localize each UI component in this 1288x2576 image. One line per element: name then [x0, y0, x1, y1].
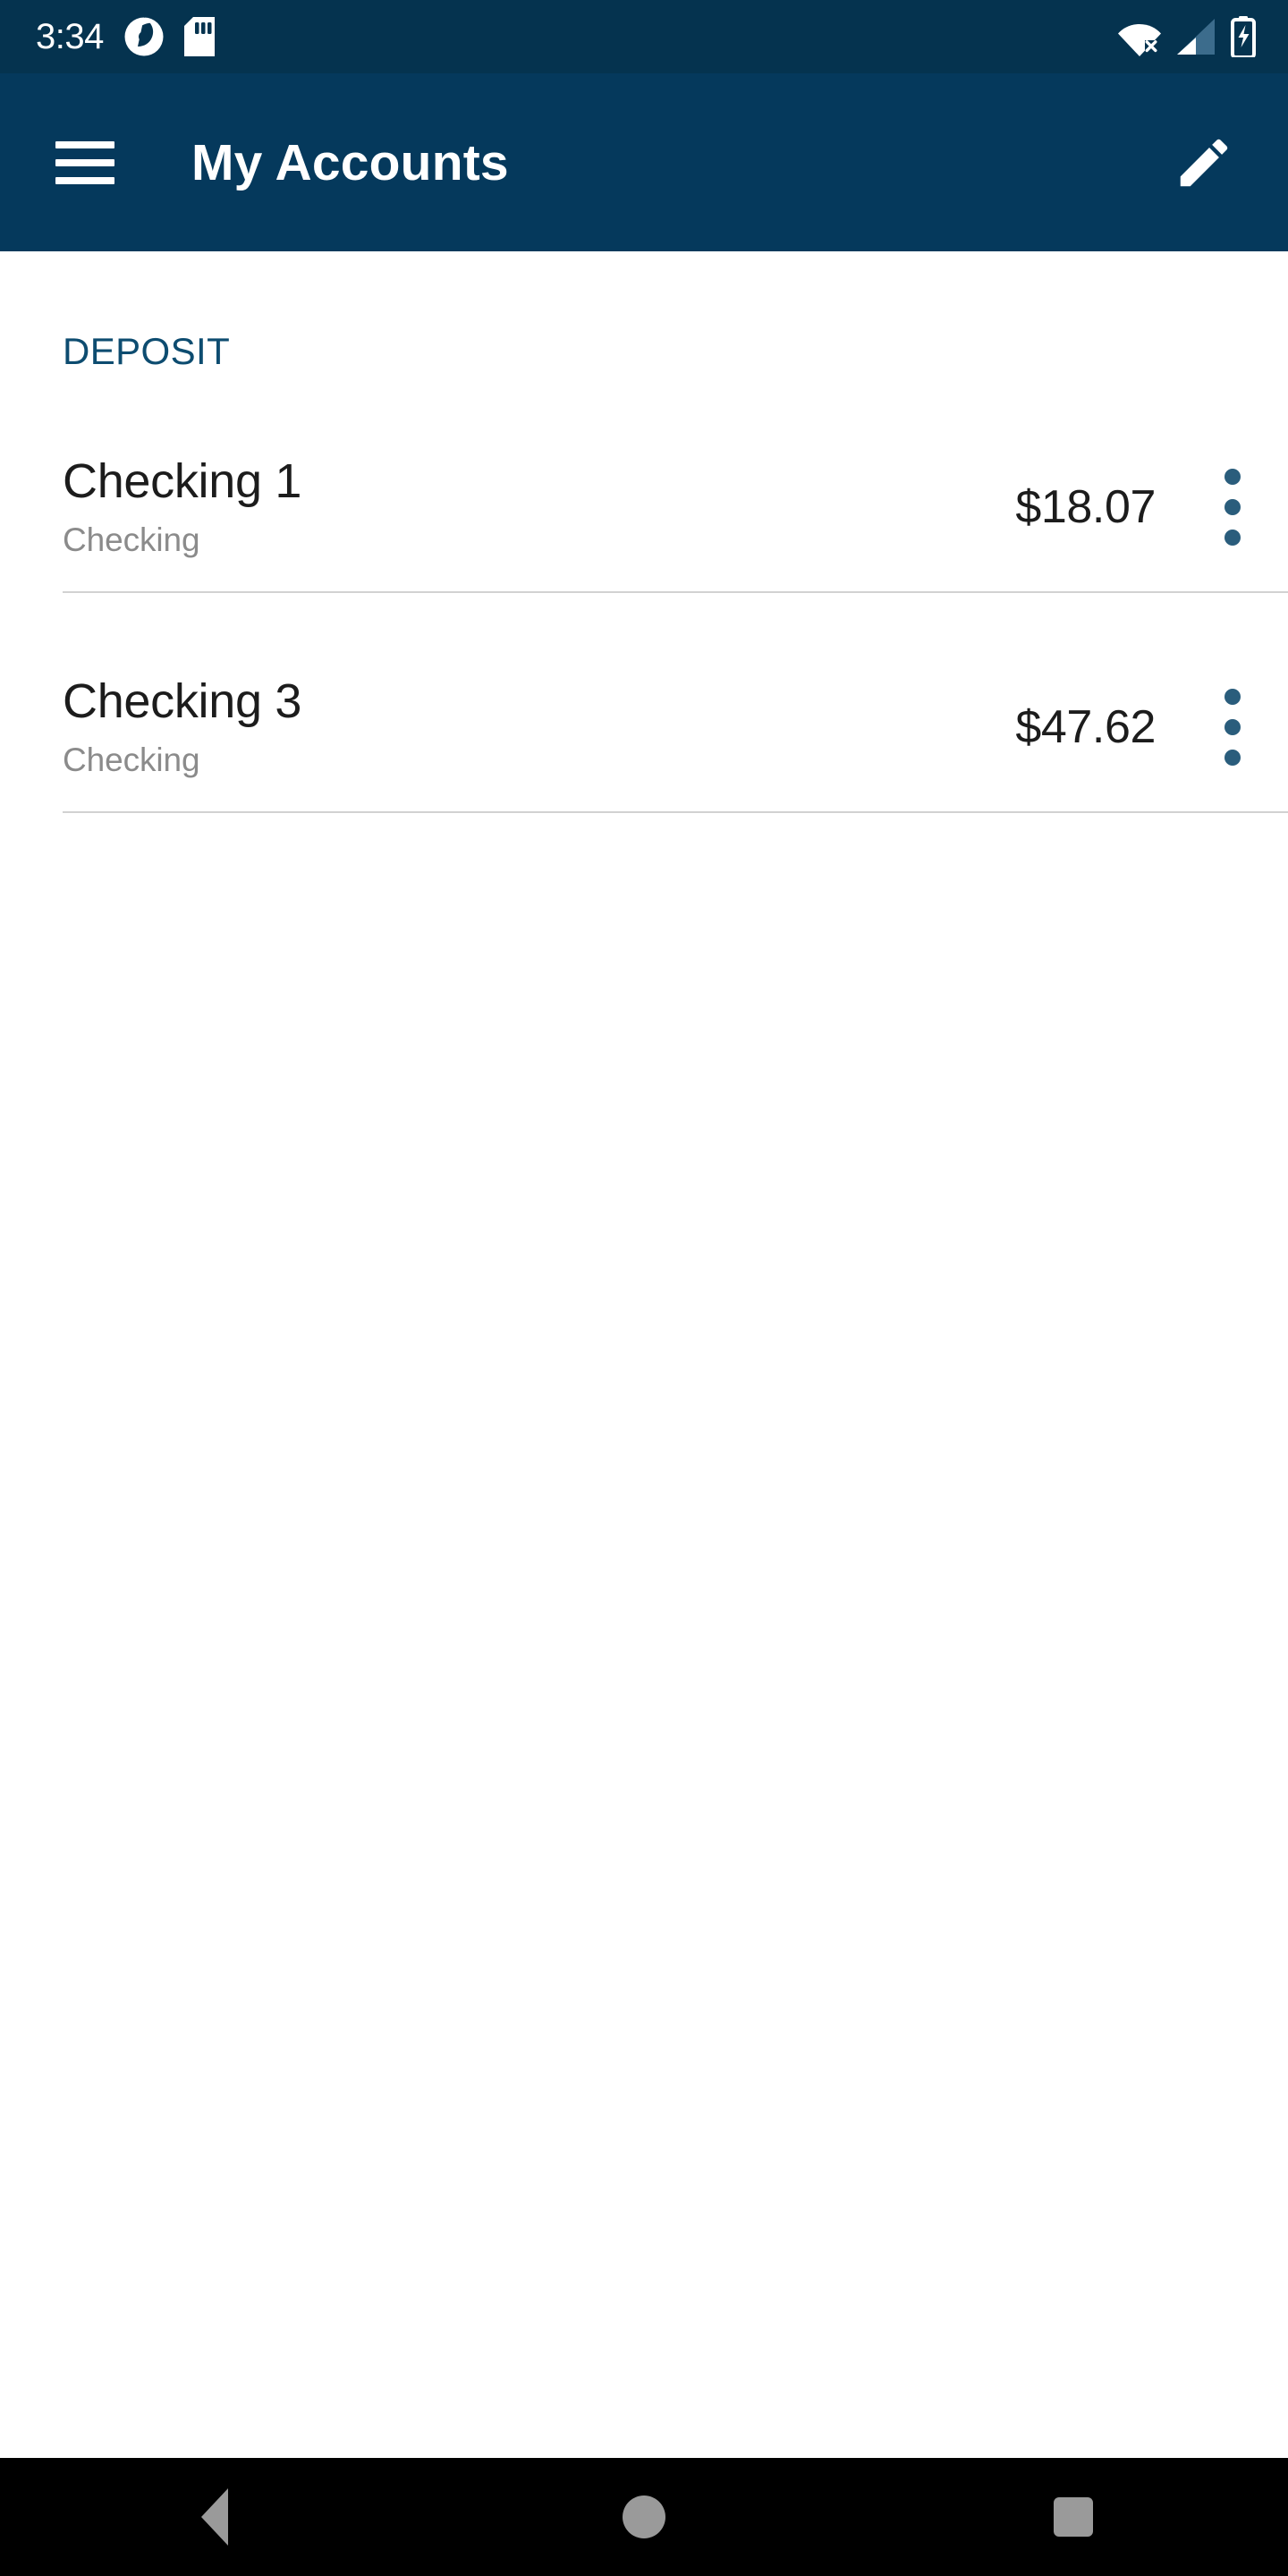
cellular-signal-icon: [1177, 19, 1215, 55]
kebab-dot: [1224, 719, 1241, 735]
account-balance: $18.07: [1015, 481, 1156, 533]
kebab-dot: [1224, 689, 1241, 705]
status-bar: 3:34: [0, 0, 1288, 73]
pencil-edit-icon[interactable]: [1166, 125, 1241, 200]
more-vertical-icon[interactable]: [1199, 461, 1267, 554]
phone-screen: 3:34 My Accounts DEPOSIT Checking 1 Chec…: [0, 0, 1288, 2576]
account-balance: $47.62: [1015, 701, 1156, 753]
battery-charging-icon: [1231, 16, 1256, 57]
status-bar-right: [1118, 16, 1256, 57]
account-row[interactable]: Checking 1 Checking $18.07: [0, 423, 1288, 591]
kebab-dot: [1224, 750, 1241, 766]
kebab-dot: [1224, 469, 1241, 485]
back-button[interactable]: [125, 2458, 304, 2576]
account-type: Checking: [63, 521, 200, 559]
section-header-deposit: DEPOSIT: [63, 330, 231, 372]
recents-button[interactable]: [984, 2458, 1163, 2576]
account-type: Checking: [63, 741, 200, 779]
app-bar: My Accounts: [0, 73, 1288, 251]
account-info: Checking 1 Checking: [63, 454, 1015, 561]
kebab-dot: [1224, 530, 1241, 546]
wifi-off-icon: [1118, 24, 1161, 56]
list-divider: [63, 591, 1288, 593]
account-row[interactable]: Checking 3 Checking $47.62: [0, 643, 1288, 811]
kebab-dot: [1224, 499, 1241, 515]
status-bar-clock: 3:34: [36, 17, 104, 56]
more-vertical-icon[interactable]: [1199, 681, 1267, 774]
account-info: Checking 3 Checking: [63, 674, 1015, 781]
hamburger-menu-icon[interactable]: [55, 140, 114, 184]
account-name: Checking 1: [63, 453, 302, 508]
account-name: Checking 3: [63, 674, 302, 728]
back-triangle-icon: [201, 2488, 228, 2546]
app-logo-icon: [124, 17, 164, 56]
accounts-list-container: DEPOSIT Checking 1 Checking $18.07 Check…: [0, 251, 1288, 2576]
list-divider: [63, 811, 1288, 813]
android-navigation-bar: [0, 2458, 1288, 2576]
home-button[interactable]: [555, 2458, 733, 2576]
sd-card-icon: [183, 17, 215, 56]
page-title: My Accounts: [191, 133, 509, 191]
hamburger-line: [55, 176, 114, 184]
home-circle-icon: [623, 2496, 665, 2538]
hamburger-line: [55, 158, 114, 166]
status-bar-left: 3:34: [36, 16, 215, 57]
recents-square-icon: [1054, 2497, 1093, 2537]
hamburger-line: [55, 140, 114, 148]
